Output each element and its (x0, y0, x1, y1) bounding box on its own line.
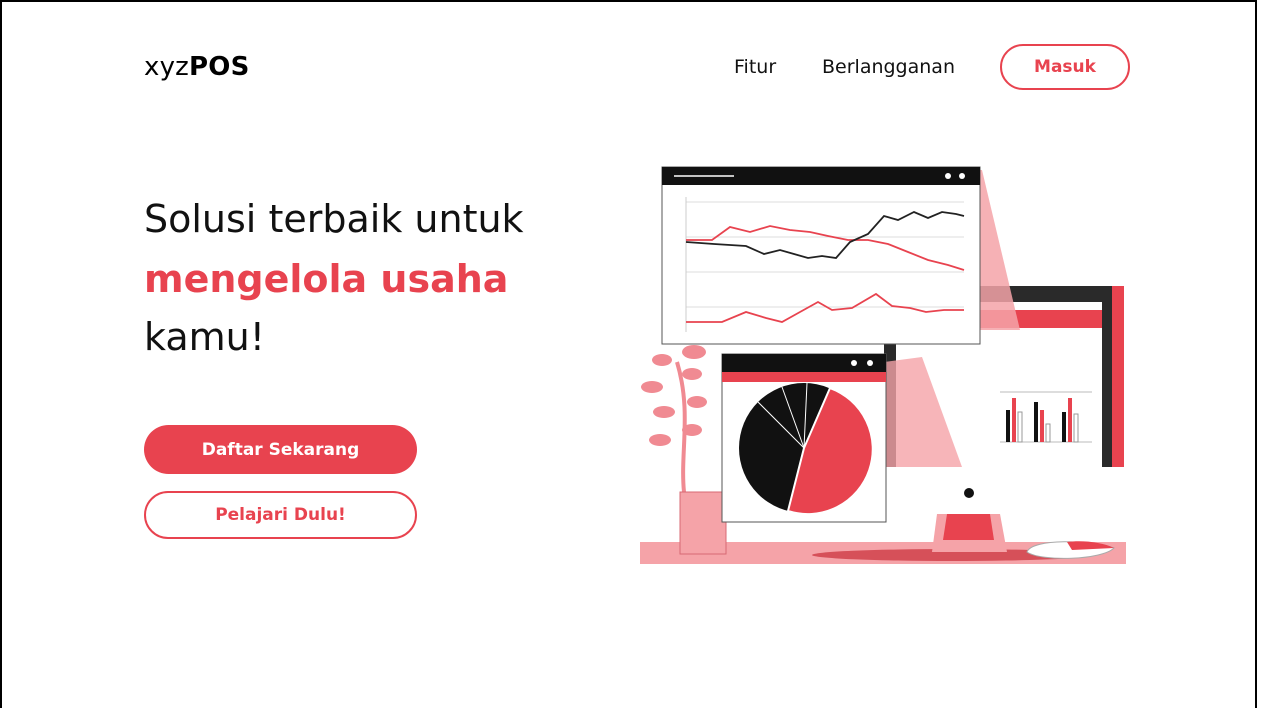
hero-heading-line-1: Solusi terbaik untuk (144, 197, 524, 241)
pie-chart-window (721, 353, 887, 523)
register-now-button[interactable]: Daftar Sekarang (144, 425, 417, 474)
hero-heading-line-3: kamu! (144, 315, 265, 359)
nav-link-fitur[interactable]: Fitur (734, 56, 776, 78)
login-button[interactable]: Masuk (1000, 44, 1130, 90)
brand-prefix: xyz (144, 52, 190, 82)
brand-bold: POS (189, 52, 250, 82)
dashboard-analytics-illustration (640, 166, 1126, 564)
hero-heading-highlight: mengelola usaha (144, 257, 509, 301)
nav-link-berlangganan[interactable]: Berlangganan (822, 56, 955, 78)
learn-more-button[interactable]: Pelajari Dulu! (144, 491, 417, 539)
plant-icon (641, 345, 727, 555)
line-chart-window (661, 166, 981, 345)
page-frame: xyzPOS Fitur Berlangganan Masuk Solusi t… (0, 0, 1257, 708)
brand-logo[interactable]: xyzPOS (144, 52, 250, 82)
